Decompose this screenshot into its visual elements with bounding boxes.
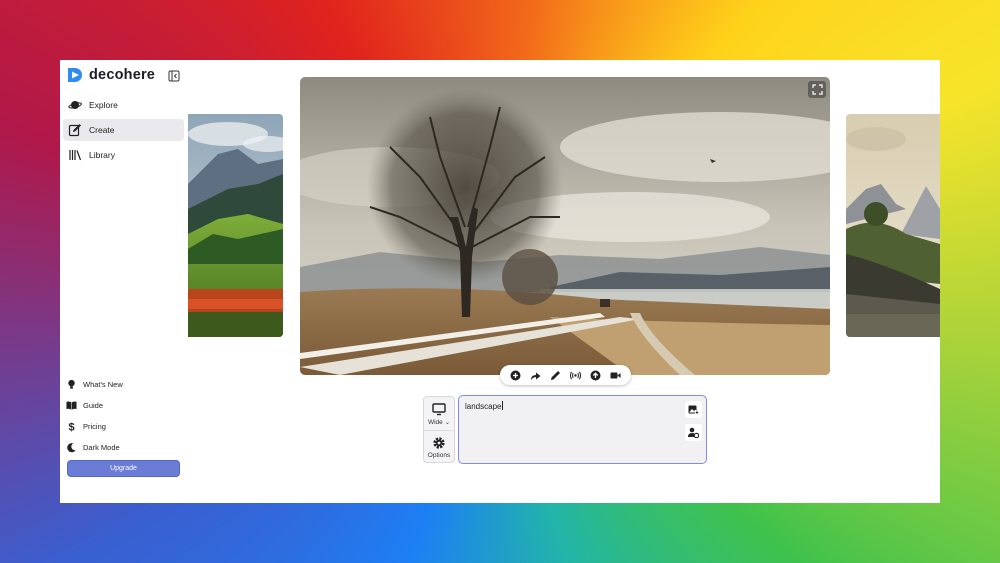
upgrade-button[interactable]: Upgrade	[67, 460, 180, 477]
prompt-input[interactable]: landscape	[458, 395, 707, 464]
nav-item-library[interactable]: Library	[63, 144, 184, 166]
bottom-links: What's New Guide $ Pricing Dark Mode	[66, 374, 123, 458]
add-image-icon	[688, 405, 699, 415]
add-character-button[interactable]	[685, 424, 702, 441]
add-image-button[interactable]	[685, 401, 702, 418]
prompt-value: landscape	[465, 402, 502, 411]
mountain-lake-image	[846, 114, 940, 337]
lightbulb-icon	[68, 379, 75, 389]
options-label: Options	[427, 452, 451, 459]
brand[interactable]: decohere	[67, 67, 155, 83]
monitor-icon	[432, 402, 446, 415]
dark-mode-toggle[interactable]: Dark Mode	[66, 437, 123, 458]
collapse-sidebar-icon[interactable]	[168, 70, 180, 82]
aspect-ratio-label: Wide	[427, 418, 443, 426]
nav-label-library: Library	[89, 150, 115, 160]
app-window: decohere Explore Create Library What's N…	[60, 60, 940, 503]
edit-icon	[68, 124, 81, 137]
app-name: decohere	[89, 67, 156, 83]
moon-icon	[67, 443, 76, 453]
share-arrow-icon[interactable]	[530, 370, 541, 381]
svg-text:$: $	[68, 422, 74, 432]
pencil-icon[interactable]	[550, 370, 561, 381]
previous-image-thumbnail[interactable]	[188, 114, 283, 337]
upload-icon[interactable]	[590, 370, 601, 381]
sidebar: decohere Explore Create Library What's N…	[60, 60, 188, 503]
nav-item-explore[interactable]: Explore	[63, 94, 184, 116]
guide-label: Guide	[83, 401, 104, 410]
planet-icon	[68, 101, 82, 109]
main-nav: Explore Create Library	[63, 94, 184, 169]
book-icon	[66, 401, 77, 410]
generated-image[interactable]	[300, 77, 830, 375]
person-settings-icon	[688, 427, 699, 438]
gear-icon	[433, 437, 445, 449]
tree-landscape-image	[300, 77, 830, 375]
pricing-label: Pricing	[83, 422, 106, 431]
dark-mode-label: Dark Mode	[83, 443, 120, 452]
video-icon[interactable]	[610, 370, 621, 381]
dollar-icon: $	[68, 422, 74, 432]
expand-icon	[811, 84, 823, 95]
image-action-toolbar	[500, 365, 631, 385]
mountain-meadow-image	[188, 114, 283, 337]
whats-new-link[interactable]: What's New	[66, 374, 123, 395]
chevron-down-icon: ⌄	[444, 418, 451, 426]
library-icon	[69, 150, 82, 161]
add-circle-icon[interactable]	[510, 370, 521, 381]
aspect-ratio-selector[interactable]: Wide ⌄	[424, 397, 454, 430]
broadcast-icon[interactable]	[569, 370, 581, 381]
whats-new-label: What's New	[83, 380, 123, 389]
options-button[interactable]: Options	[424, 430, 454, 464]
next-image-thumbnail[interactable]	[846, 114, 940, 337]
decohere-logo-icon	[68, 68, 82, 82]
prompt-side-controls: Wide ⌄ Options	[423, 396, 455, 463]
fullscreen-button[interactable]	[808, 81, 826, 98]
text-caret	[502, 401, 504, 410]
nav-item-create[interactable]: Create	[63, 119, 184, 141]
guide-link[interactable]: Guide	[66, 395, 123, 416]
pricing-link[interactable]: $ Pricing	[66, 416, 123, 437]
nav-label-create: Create	[89, 125, 115, 135]
nav-label-explore: Explore	[89, 100, 118, 110]
